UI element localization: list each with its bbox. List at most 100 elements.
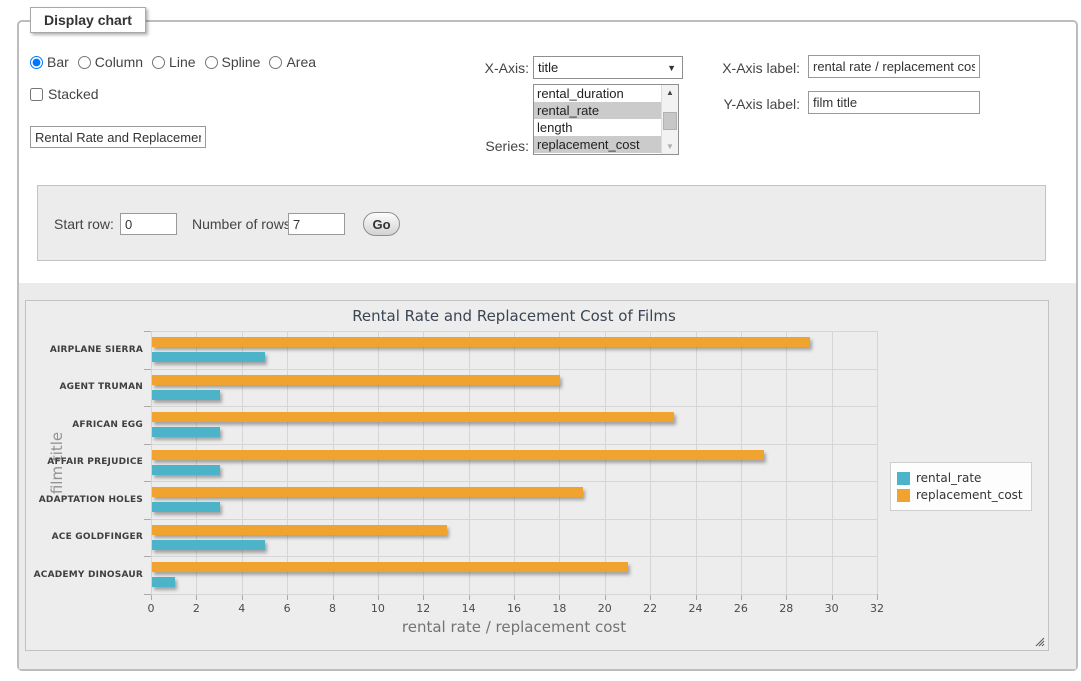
chart-canvas: Rental Rate and Replacement Cost of Film… [26,301,1048,650]
start-row-label: Start row: [54,216,114,232]
category-label: ACADEMY DINOSAUR [33,571,143,580]
bar-rental_rate [152,502,220,512]
num-rows-input[interactable] [288,213,345,235]
gridline-horizontal [151,481,877,482]
chart-container: Rental Rate and Replacement Cost of Film… [25,300,1049,651]
start-row-input[interactable] [120,213,177,235]
stacked-label: Stacked [48,86,99,102]
chart-type-option-spline[interactable]: Spline [205,54,261,70]
category-label: ACE GOLDFINGER [33,533,143,542]
legend-item-replacement_cost[interactable]: replacement_cost [897,488,1023,502]
x-tick-label: 24 [683,602,709,615]
row-range-panel: Start row: Number of rows: Go [37,185,1046,261]
gridline-vertical [514,331,515,594]
bar-rental_rate [152,465,220,475]
series-option-rental_duration[interactable]: rental_duration [534,85,661,102]
category-label: AIRPLANE SIERRA [33,346,143,355]
x-tick-label: 12 [410,602,436,615]
chart-type-option-bar[interactable]: Bar [30,54,69,70]
y-axis-tick [144,331,151,332]
x-tick-label: 2 [183,602,209,615]
scrollbar-thumb[interactable] [663,112,677,130]
dropdown-arrow-icon: ▼ [667,63,676,73]
x-tick-label: 20 [592,602,618,615]
x-tick-label: 18 [546,602,572,615]
chart-type-radio-line[interactable] [152,56,165,69]
y-axis-label-input[interactable] [808,91,980,114]
chart-type-radio-area[interactable] [269,56,282,69]
gridline-vertical [605,331,606,594]
series-option-replacement_cost[interactable]: replacement_cost [534,136,661,153]
y-axis-tick [144,594,151,595]
series-option-length[interactable]: length [534,119,661,136]
chart-type-option-column[interactable]: Column [78,54,143,70]
display-chart-panel: Display chart BarColumnLineSplineArea St… [17,20,1078,671]
x-tick-label: 8 [320,602,346,615]
panel-title: Display chart [30,7,146,33]
chart-type-label: Column [95,54,143,70]
x-tick-label: 4 [229,602,255,615]
go-button[interactable]: Go [363,212,400,236]
series-listbox[interactable]: rental_durationrental_ratelengthreplacem… [533,84,679,155]
chart-title-input[interactable] [30,126,206,148]
chart-type-radio-bar[interactable] [30,56,43,69]
legend-item-rental_rate[interactable]: rental_rate [897,471,1023,485]
x-tick-label: 0 [138,602,164,615]
y-axis-tick [144,556,151,557]
x-tick-label: 30 [819,602,845,615]
x-axis-label-label: X-Axis label: [700,60,800,76]
resize-handle-icon[interactable] [1033,635,1045,647]
gridline-horizontal [151,594,877,595]
stacked-checkbox[interactable] [30,88,43,101]
chart-type-option-area[interactable]: Area [269,54,316,70]
series-scrollbar[interactable]: ▲ ▼ [661,85,678,154]
legend-label: replacement_cost [916,488,1023,502]
chart-type-radio-spline[interactable] [205,56,218,69]
x-tick-label: 6 [274,602,300,615]
chart-type-label: Spline [222,54,261,70]
x-tick-label: 22 [637,602,663,615]
category-label: ADAPTATION HOLES [33,496,143,505]
series-option-rental_rate[interactable]: rental_rate [534,102,661,119]
gridline-vertical [287,331,288,594]
bar-rental_rate [152,577,175,587]
bar-replacement_cost [152,375,560,385]
gridline-horizontal [151,331,877,332]
gridline-vertical [877,331,878,594]
x-axis-label-input[interactable] [808,55,980,78]
x-tick-label: 10 [365,602,391,615]
bar-replacement_cost [152,525,447,535]
stacked-row: Stacked [30,86,99,102]
category-label: AFFAIR PREJUDICE [33,458,143,467]
x-axis-select[interactable]: title ▼ [533,56,683,79]
gridline-vertical [786,331,787,594]
bar-replacement_cost [152,450,764,460]
bar-replacement_cost [152,412,674,422]
y-axis-tick [144,481,151,482]
bar-replacement_cost [152,487,583,497]
x-tick-label: 26 [728,602,754,615]
gridline-vertical [832,331,833,594]
x-tick-label: 16 [501,602,527,615]
bar-rental_rate [152,390,220,400]
series-options: rental_durationrental_ratelengthreplacem… [534,85,661,154]
chart-wrapper: Rental Rate and Replacement Cost of Film… [19,283,1076,669]
bar-rental_rate [152,427,220,437]
x-axis-title: rental rate / replacement cost [151,618,877,636]
chart-type-option-line[interactable]: Line [152,54,195,70]
scroll-down-icon[interactable]: ▼ [662,139,678,154]
legend-swatch-icon [897,489,910,502]
gridline-horizontal [151,444,877,445]
chart-type-radio-column[interactable] [78,56,91,69]
series-select-label: Series: [439,138,529,154]
gridline-vertical [559,331,560,594]
scroll-up-icon[interactable]: ▲ [662,85,678,100]
y-axis-tick [144,444,151,445]
chart-type-label: Line [169,54,195,70]
chart-type-options: Bar Column Line Spline Area [30,54,325,70]
bar-replacement_cost [152,562,628,572]
num-rows-label: Number of rows: [192,216,295,232]
y-axis-label-label: Y-Axis label: [700,96,800,112]
gridline-vertical [469,331,470,594]
chart-type-label: Bar [47,54,69,70]
